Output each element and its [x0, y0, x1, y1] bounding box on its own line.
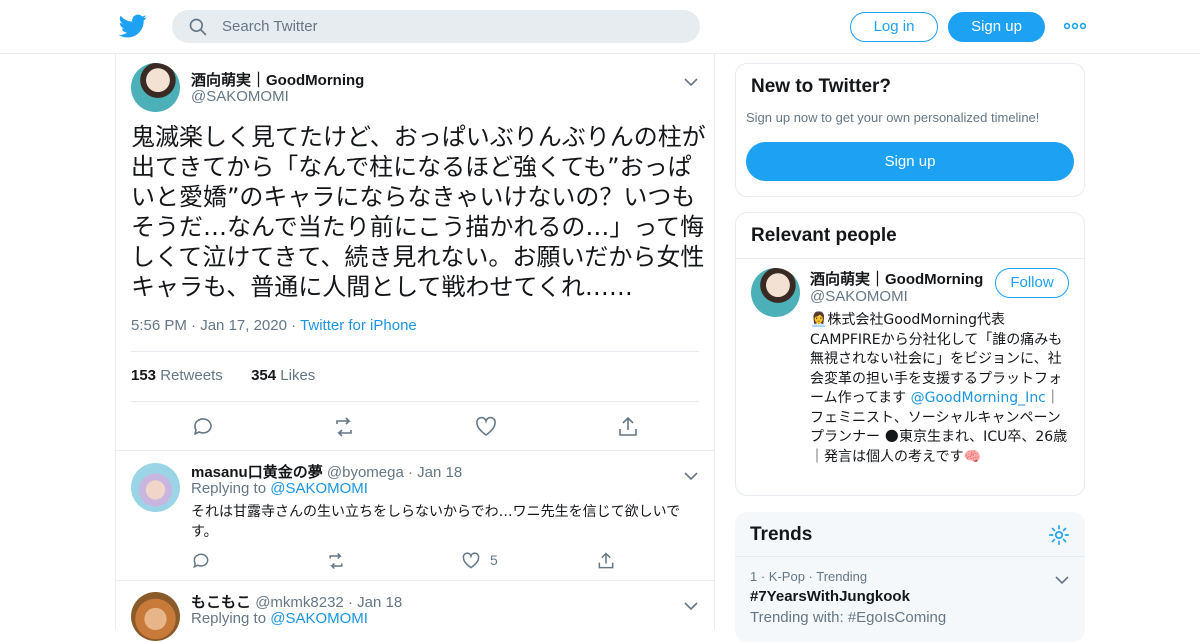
reply-handle: @mkmk8232: [255, 594, 344, 611]
reply-date[interactable]: Jan 18: [357, 594, 402, 611]
new-to-twitter-card: New to Twitter? Sign up now to get your …: [735, 63, 1085, 197]
reply-icon[interactable]: [191, 551, 211, 571]
reply-name: もこもこ: [191, 594, 252, 611]
divider: [736, 258, 1084, 259]
author-handle[interactable]: @SAKOMOMI: [191, 88, 289, 105]
replying-to: Replying to @SAKOMOMI: [191, 610, 368, 627]
like-icon[interactable]: [461, 551, 481, 571]
author-avatar[interactable]: [131, 63, 180, 112]
replying-to-link[interactable]: @SAKOMOMI: [270, 480, 368, 497]
top-bar: Log in Sign up: [0, 0, 1200, 54]
tweet-date[interactable]: Jan 17, 2020: [200, 317, 287, 334]
login-button[interactable]: Log in: [850, 12, 938, 42]
reply-date[interactable]: Jan 18: [417, 464, 462, 481]
search-box[interactable]: [172, 10, 700, 43]
reply-author-name[interactable]: masanu⼝黄金の夢 @byomega · Jan 18: [191, 461, 462, 482]
chevron-down-icon[interactable]: [1055, 570, 1069, 585]
replying-to-label: Replying to: [191, 480, 267, 497]
relevant-people-card: Relevant people 酒向萌実｜GoodMorning @SAKOMO…: [735, 212, 1085, 496]
reply-icon[interactable]: [191, 415, 215, 439]
person-avatar[interactable]: [751, 268, 800, 317]
replying-to-label: Replying to: [191, 610, 267, 627]
reply-tweet[interactable]: もこもこ @mkmk8232 · Jan 18 Replying to @SAK…: [116, 580, 714, 641]
card-title: Trends: [750, 524, 813, 545]
retweets-label: Retweets: [160, 367, 223, 384]
search-icon: [188, 17, 208, 37]
card-title: Relevant people: [751, 225, 897, 246]
signup-button-large[interactable]: Sign up: [746, 142, 1074, 181]
retweet-icon[interactable]: [332, 415, 356, 439]
trend-name[interactable]: #7YearsWithJungkook: [750, 588, 910, 605]
bio-link[interactable]: @GoodMorning_Inc: [911, 390, 1046, 406]
person-name[interactable]: 酒向萌実｜GoodMorning: [810, 268, 983, 289]
trends-card: Trends 1 · K-Pop · Trending #7YearsWithJ…: [735, 512, 1085, 642]
twitter-bird-logo-icon[interactable]: [118, 12, 147, 40]
follow-button[interactable]: Follow: [995, 268, 1069, 298]
reply-avatar[interactable]: [131, 463, 180, 512]
trend-rank: 1: [750, 569, 758, 584]
retweet-icon[interactable]: [326, 551, 346, 571]
divider: [131, 401, 699, 402]
replying-to: Replying to @SAKOMOMI: [191, 480, 368, 497]
tweet-source-link[interactable]: Twitter for iPhone: [300, 317, 417, 334]
chevron-down-icon[interactable]: [684, 466, 698, 481]
tweet-text: 鬼滅楽しく見てたけど、おっぱいぶりんぶりんの柱が出てきてから「なんで柱になるほど…: [131, 123, 706, 301]
reply-avatar[interactable]: [131, 592, 180, 641]
likes-count: 354: [251, 367, 277, 384]
tweet-stats: 153 Retweets 354 Likes: [131, 367, 315, 384]
reply-tweet[interactable]: masanu⼝黄金の夢 @byomega · Jan 18 Replying t…: [116, 450, 714, 580]
replying-to-link[interactable]: @SAKOMOMI: [270, 610, 368, 627]
likes-label: Likes: [280, 367, 316, 384]
tweet-time[interactable]: 5:56 PM: [131, 317, 187, 334]
like-icon[interactable]: [474, 415, 498, 439]
person-handle[interactable]: @SAKOMOMI: [810, 288, 908, 305]
card-subtitle: Sign up now to get your own personalized…: [746, 110, 1040, 125]
reply-text: それは甘露寺さんの生い立ちをしらないからでわ…ワニ先生を信じて欲しいです。: [191, 504, 681, 540]
chevron-down-icon[interactable]: [684, 596, 698, 611]
card-title: New to Twitter?: [751, 76, 892, 97]
signup-button[interactable]: Sign up: [948, 12, 1045, 42]
reply-handle: @byomega: [326, 464, 404, 481]
share-icon[interactable]: [616, 415, 640, 439]
more-icon[interactable]: [1063, 18, 1087, 34]
trend-with-label: Trending with:: [750, 609, 844, 626]
trend-with: Trending with: #EgoIsComing: [750, 609, 946, 626]
divider: [735, 556, 1085, 557]
like-count: 5: [490, 552, 498, 568]
author-name[interactable]: 酒向萌実｜GoodMorning: [191, 69, 364, 90]
trend-with-tag[interactable]: #EgoIsComing: [848, 609, 946, 626]
retweets-stat[interactable]: 153 Retweets: [131, 367, 223, 384]
tweet-meta: 5:56 PM · Jan 17, 2020 · Twitter for iPh…: [131, 317, 417, 334]
retweets-count: 153: [131, 367, 157, 384]
chevron-down-icon[interactable]: [684, 72, 698, 87]
trend-category: K-Pop: [768, 569, 805, 584]
share-icon[interactable]: [596, 551, 616, 571]
divider: [131, 351, 699, 352]
likes-stat[interactable]: 354 Likes: [251, 367, 315, 384]
reply-name: masanu⼝黄金の夢: [191, 464, 323, 481]
search-input[interactable]: [222, 10, 682, 43]
main-tweet-column: 酒向萌実｜GoodMorning @SAKOMOMI 鬼滅楽しく見てたけど、おっ…: [115, 54, 715, 641]
reply-author-name[interactable]: もこもこ @mkmk8232 · Jan 18: [191, 591, 402, 612]
settings-gear-icon[interactable]: [1048, 524, 1070, 546]
person-bio: 👩‍💼株式会社GoodMorning代表 CAMPFIREから分社化して「誰の痛…: [810, 311, 1072, 467]
trend-meta: 1 · K-Pop · Trending: [750, 569, 868, 584]
trend-status: Trending: [816, 569, 868, 584]
